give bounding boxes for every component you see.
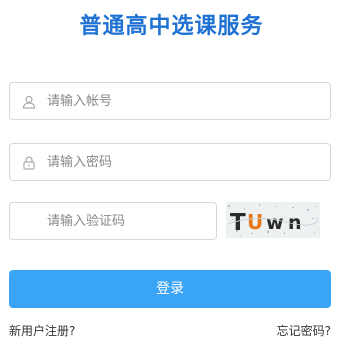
user-icon xyxy=(22,94,36,109)
captcha-field[interactable] xyxy=(9,202,217,240)
account-input[interactable] xyxy=(47,83,317,119)
svg-text:w: w xyxy=(266,212,284,234)
page-title: 普通高中选课服务 xyxy=(79,14,264,39)
captcha-image[interactable]: T U w n xyxy=(226,202,320,238)
login-button[interactable]: 登录 xyxy=(9,270,331,308)
lock-icon xyxy=(22,155,36,170)
password-field[interactable] xyxy=(9,143,331,181)
password-input[interactable] xyxy=(47,144,317,180)
register-link[interactable]: 新用户注册? xyxy=(9,322,75,339)
svg-text:T: T xyxy=(230,210,246,236)
login-page: 普通高中选课服务 请输入帐号 请输入验证码 T U w n 登录 新用户注册? … xyxy=(0,0,343,346)
forgot-password-link[interactable]: 忘记密码? xyxy=(277,322,331,339)
svg-text:U: U xyxy=(247,210,263,234)
account-field[interactable] xyxy=(9,82,331,120)
captcha-input[interactable] xyxy=(47,203,207,239)
